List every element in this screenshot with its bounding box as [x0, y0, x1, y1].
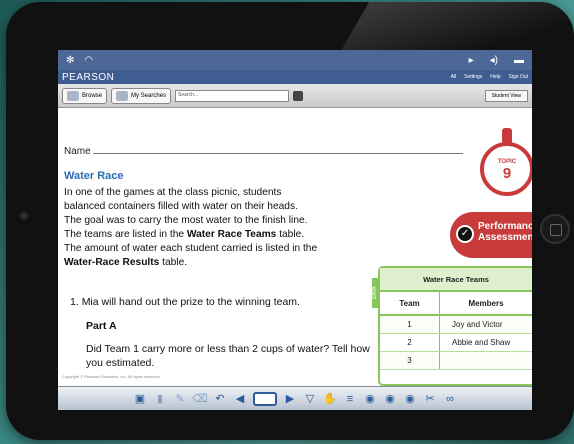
para-line-3: The goal was to carry the most water to …	[64, 215, 308, 226]
header-team: Team	[380, 292, 440, 314]
team-cell: 2	[380, 334, 440, 351]
para-bold-results: Water-Race Results	[64, 257, 160, 268]
users-icon[interactable]: ◉	[383, 392, 397, 406]
my-searches-label: My Searches	[131, 92, 167, 99]
my-searches-tab[interactable]: My Searches	[111, 87, 172, 104]
group-icon[interactable]: ◉	[403, 392, 417, 406]
topic-number: 9	[502, 165, 512, 182]
page-thumbnail[interactable]	[253, 391, 277, 406]
forward-arrow-icon[interactable]: ▶	[283, 392, 297, 406]
para-line-4-end: table.	[276, 229, 305, 240]
worksheet-title: Water Race	[64, 170, 124, 182]
table-row: 3	[380, 352, 532, 370]
table-header: Team Members	[380, 292, 532, 316]
tablet-frame: ✻ ◠ ▸ ◂) ▬ PEARSON All Settings Help Sig…	[6, 2, 574, 440]
question-1: 1. Mia will hand out the prize to the wi…	[70, 296, 300, 308]
play-icon: ▸	[468, 54, 474, 66]
part-a-question: Did Team 1 carry more or less than 2 cup…	[86, 343, 370, 369]
glasses-icon[interactable]: ∞	[443, 392, 457, 406]
bookmark-icon[interactable]: ▮	[153, 392, 167, 406]
question-text: Mia will hand out the prize to the winni…	[81, 296, 300, 308]
bluetooth-icon: ✻	[66, 54, 75, 66]
perf-line-2: Assessment	[478, 232, 532, 243]
speaker-icon: ◂)	[489, 54, 498, 66]
name-field: Name	[64, 146, 463, 157]
para-line-6-end: table.	[159, 257, 188, 268]
notes-icon[interactable]: ≡	[343, 392, 357, 406]
brand-logo: PEARSON	[62, 71, 115, 83]
link-all[interactable]: All	[451, 74, 457, 80]
search-go-button[interactable]	[293, 90, 304, 101]
members-cell: Abbie and Shaw	[452, 338, 511, 347]
para-line-5: The amount of water each student carried…	[64, 243, 318, 254]
part-a-heading: Part A	[86, 320, 117, 332]
para-line-1: In one of the games at the class picnic,…	[64, 187, 282, 198]
intro-paragraph: In one of the games at the class picnic,…	[64, 186, 364, 270]
header-members: Members	[468, 298, 504, 308]
water-race-teams-table: Water Race Teams Team Members 1 Joy and …	[378, 266, 532, 386]
next-page-icon[interactable]: ▽	[303, 392, 317, 406]
back-arrow-icon[interactable]: ◀	[233, 392, 247, 406]
share-icon[interactable]: ✂	[423, 392, 437, 406]
copyright-text: Copyright © Pearson Education, Inc. All …	[62, 374, 161, 379]
battery-icon: ▬	[514, 54, 524, 66]
para-line-2: balanced containers filled with water on…	[64, 201, 298, 212]
question-number: 1.	[70, 296, 79, 308]
members-cell: Joy and Victor	[452, 320, 503, 329]
name-underline	[92, 146, 463, 154]
user-icon[interactable]: ◉	[363, 392, 377, 406]
browse-tab[interactable]: Browse	[62, 87, 108, 104]
search-icon	[116, 90, 129, 101]
app-header: PEARSON All Settings Help Sign Out	[58, 70, 532, 84]
members-cell	[440, 352, 532, 369]
link-help[interactable]: Help	[490, 74, 500, 80]
link-sign-out[interactable]: Sign Out	[509, 74, 528, 80]
topic-badge: TOPIC 9	[480, 142, 532, 196]
reader-icon[interactable]: ▣	[133, 392, 147, 406]
bottom-toolbar: ▣ ▮ ✎ ⌫ ↶ ◀ ▶ ▽ ✋ ≡ ◉ ◉ ◉ ✂ ∞	[58, 386, 532, 410]
checkmark-icon: ✓	[456, 225, 474, 243]
undo-icon[interactable]: ↶	[213, 392, 227, 406]
table-title: Water Race Teams	[380, 268, 532, 292]
status-bar: ✻ ◠ ▸ ◂) ▬	[58, 50, 532, 70]
book-icon	[67, 90, 79, 101]
camera	[20, 212, 28, 220]
name-label: Name	[64, 146, 91, 157]
browse-label: Browse	[82, 92, 103, 99]
wifi-icon: ◠	[84, 54, 94, 66]
team-cell: 3	[380, 352, 440, 369]
para-line-4: The teams are listed in the	[64, 229, 187, 240]
hand-icon[interactable]: ✋	[323, 392, 337, 406]
table-row: 1 Joy and Victor	[380, 316, 532, 334]
screen: ✻ ◠ ▸ ◂) ▬ PEARSON All Settings Help Sig…	[58, 50, 532, 410]
table-row: 2 Abbie and Shaw	[380, 334, 532, 352]
team-cell: 1	[380, 316, 440, 333]
link-settings[interactable]: Settings	[464, 74, 482, 80]
home-button[interactable]	[540, 214, 570, 244]
eraser-icon[interactable]: ⌫	[192, 392, 208, 406]
worksheet: Name Water Race In one of the games at t…	[58, 108, 532, 386]
perf-line-1: Performance	[478, 221, 532, 232]
student-view-button[interactable]: Student View	[484, 89, 528, 102]
pen-icon[interactable]: ✎	[173, 392, 187, 406]
toolbar: Browse My Searches Search... Student Vie…	[58, 84, 532, 108]
search-input[interactable]: Search...	[175, 89, 290, 102]
para-bold-teams: Water Race Teams	[186, 229, 277, 240]
